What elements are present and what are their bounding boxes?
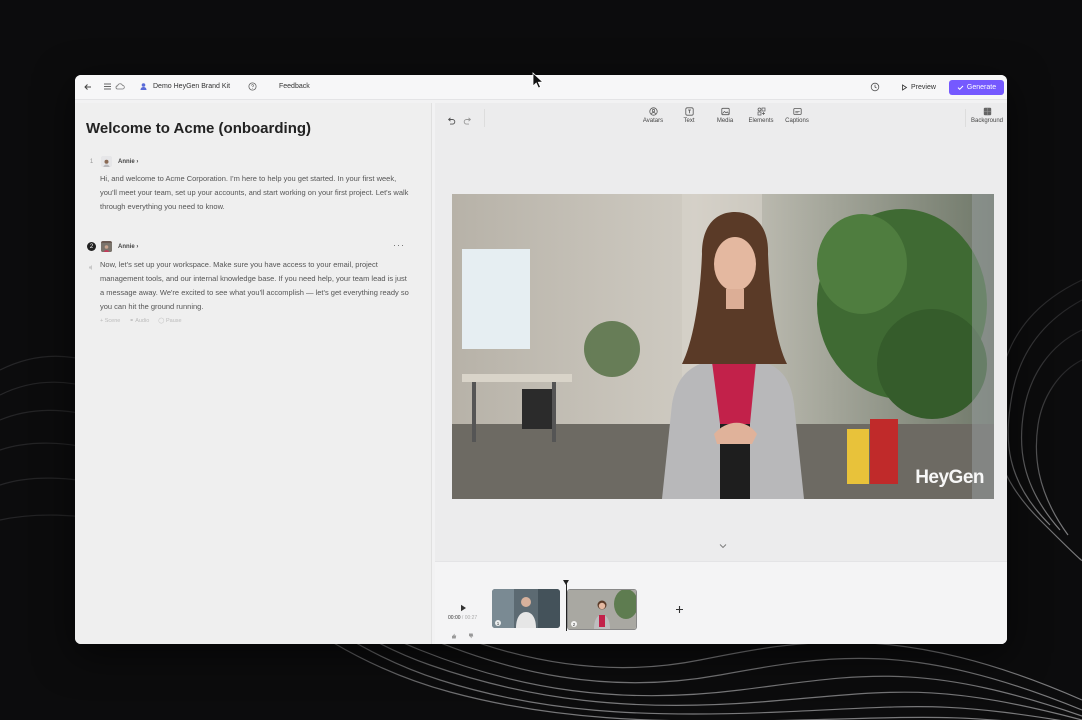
tool-background-label: Background [970, 118, 1004, 124]
preview-button[interactable]: Preview [897, 81, 940, 94]
video-title[interactable]: Welcome to Acme (onboarding) [86, 120, 311, 137]
scene-script-text[interactable]: Now, let's set up your workspace. Make s… [100, 258, 410, 314]
current-time: 00:00 [448, 615, 461, 621]
undo-icon[interactable] [446, 113, 456, 131]
tool-avatars-label: Avatars [642, 118, 664, 124]
avatar-scene-image [452, 194, 994, 499]
cloud-icon [115, 82, 125, 91]
avatar-name-label: Annie [118, 244, 135, 250]
speaker-icon[interactable] [88, 258, 95, 276]
avatar-icon [648, 107, 658, 116]
clip-number: 2 [571, 621, 577, 627]
tool-media-label: Media [716, 118, 734, 124]
tool-text[interactable]: Text [672, 107, 706, 124]
preview-label: Preview [911, 84, 936, 91]
captions-icon [792, 108, 802, 115]
tool-background[interactable]: Background [967, 107, 1007, 124]
tool-media[interactable]: Media [708, 107, 742, 124]
background-icon [983, 107, 991, 116]
editor-toolbar: Avatars Text Media Elements Captions Bac… [435, 103, 1007, 133]
total-time: 00:27 [464, 615, 478, 621]
tool-text-label: Text [683, 118, 695, 124]
avatar-name[interactable]: Annie › [118, 244, 138, 250]
history-icon[interactable] [870, 82, 880, 92]
check-icon [957, 85, 964, 91]
avatar-thumbnail[interactable] [101, 241, 112, 252]
play-outline-icon [902, 84, 908, 91]
timeline-clip-2[interactable]: 2 [567, 589, 637, 630]
editor-window: Demo HeyGen Brand Kit Feedback Preview G… [75, 75, 1007, 644]
tool-elements-label: Elements [748, 118, 774, 124]
chevron-right-icon: › [136, 244, 139, 250]
generate-button[interactable]: Generate [949, 80, 1004, 95]
add-scene-label: Scene [104, 318, 121, 324]
time-display: 00:00 / 00:27 [448, 615, 478, 621]
timeline-clip-1[interactable]: 1 [492, 589, 560, 628]
scene-script-text[interactable]: Hi, and welcome to Acme Corporation. I'm… [100, 172, 410, 214]
timeline: 00:00 / 00:27 1 2 [435, 561, 1007, 644]
toolbar-divider [965, 109, 966, 127]
help-icon[interactable] [248, 82, 257, 91]
add-pause-label: Pause [165, 318, 182, 324]
tool-captions[interactable]: Captions [780, 107, 814, 124]
add-pause-button[interactable]: ◯ Pause [158, 318, 181, 324]
tool-captions-label: Captions [785, 118, 809, 124]
avatar-name[interactable]: Annie › [118, 159, 138, 165]
clip-thumbnail [492, 589, 560, 628]
toolbar-divider [484, 109, 485, 127]
scene-number: 1 [89, 158, 94, 165]
add-audio-label: Audio [135, 318, 150, 324]
generate-label: Generate [966, 84, 997, 91]
clip-number: 1 [495, 620, 501, 626]
menu-icon[interactable] [103, 82, 112, 91]
scene-number: 2 [87, 242, 96, 251]
elements-icon [757, 107, 765, 116]
script-panel: Welcome to Acme (onboarding) 1 Annie › H… [75, 103, 432, 644]
video-canvas[interactable]: HeyGen [452, 194, 994, 499]
more-options-icon[interactable]: ··· [393, 240, 405, 250]
redo-icon[interactable] [463, 113, 473, 131]
mouse-cursor-icon [532, 72, 544, 89]
brand-kit-icon [139, 82, 148, 91]
scene-2[interactable]: 2 Annie › ··· Now, let's set up your wor… [75, 240, 431, 340]
scene-actions: + Scene ⚭ Audio ◯ Pause [100, 318, 182, 324]
scene-1[interactable]: 1 Annie › Hi, and welcome to Acme Corpor… [75, 155, 431, 215]
tool-avatars[interactable]: Avatars [636, 107, 670, 124]
canvas-panel: Avatars Text Media Elements Captions Bac… [435, 103, 1007, 644]
avatar-name-label: Annie [118, 159, 135, 165]
chevron-right-icon: › [136, 159, 139, 165]
add-scene-button[interactable]: + Scene [100, 318, 120, 324]
heygen-watermark: HeyGen [915, 467, 984, 488]
add-scene-plus-icon[interactable] [675, 601, 684, 619]
brand-kit-name[interactable]: Demo HeyGen Brand Kit [153, 83, 230, 90]
image-icon [720, 107, 730, 116]
feedback-link[interactable]: Feedback [279, 83, 310, 90]
back-arrow-icon[interactable] [83, 82, 93, 92]
thumbs-down-icon[interactable] [468, 626, 474, 644]
add-audio-button[interactable]: ⚭ Audio [129, 318, 149, 324]
thumbs-up-icon[interactable] [451, 626, 457, 644]
playhead[interactable] [566, 581, 567, 631]
chevron-down-icon[interactable] [719, 536, 727, 554]
clip-thumbnail [568, 590, 636, 629]
text-icon [684, 107, 694, 116]
avatar-thumbnail[interactable] [101, 156, 112, 167]
tool-elements[interactable]: Elements [744, 107, 778, 124]
